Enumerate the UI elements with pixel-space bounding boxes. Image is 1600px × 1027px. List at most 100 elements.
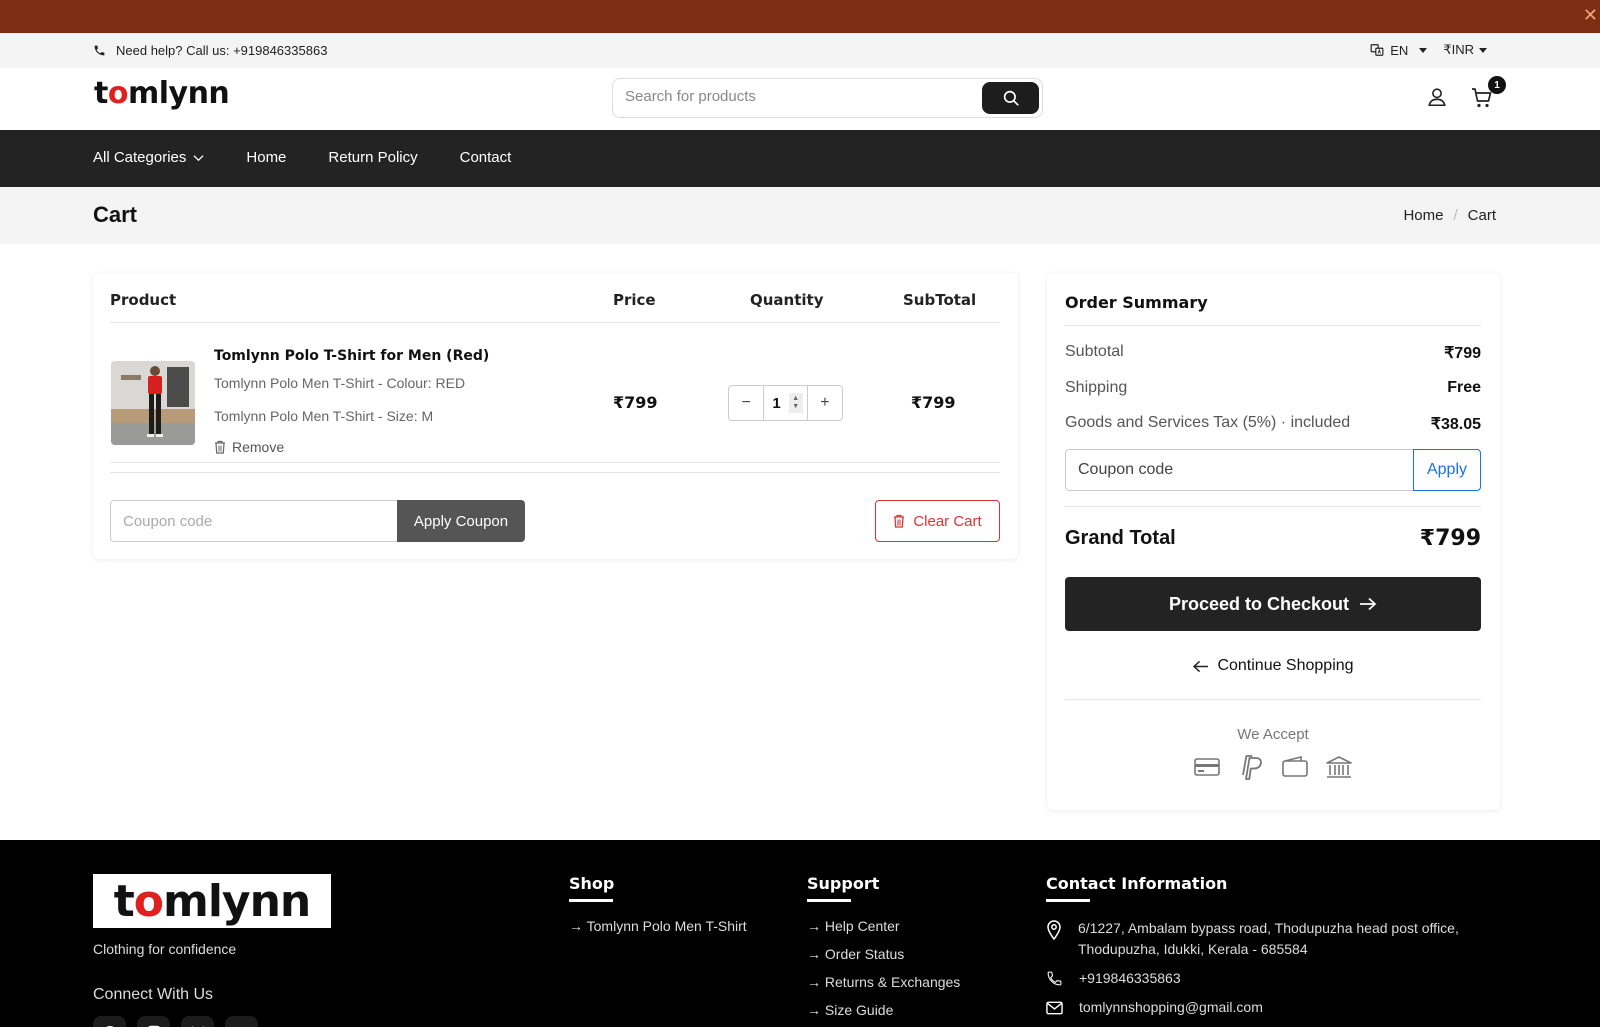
increase-quantity-button[interactable]: +	[808, 386, 842, 420]
decrease-quantity-button[interactable]: −	[729, 386, 763, 420]
product-thumbnail[interactable]	[111, 361, 195, 445]
item-subtotal: ₹799	[911, 393, 956, 412]
help-line: Need help? Call us: +919846335863	[93, 43, 327, 58]
grand-total: Grand Total ₹799	[1065, 526, 1481, 551]
bank-icon	[1326, 756, 1352, 778]
instagram-icon[interactable]	[137, 1016, 170, 1027]
footer-shop: Shop → Tomlynn Polo Men T-Shirt	[569, 874, 747, 946]
column-header-price: Price	[613, 291, 656, 309]
footer-contact: Contact Information 6/1227, Ambalam bypa…	[1046, 874, 1466, 1018]
continue-shopping-link[interactable]: Continue Shopping	[1065, 657, 1481, 675]
logo[interactable]: tomlynn	[94, 76, 230, 111]
chevron-down-icon	[193, 155, 204, 162]
footer-link-label: Size Guide	[824, 1002, 894, 1018]
phone-text[interactable]: +919846335863	[1079, 968, 1181, 989]
footer-link[interactable]: → Order Status	[807, 946, 960, 974]
quantity-value: 1	[772, 394, 781, 412]
header: tomlynn 1	[0, 68, 1600, 130]
translate-icon	[1370, 44, 1384, 56]
summary-row-shipping: Shipping Free	[1065, 379, 1481, 397]
breadcrumb-separator: /	[1453, 207, 1458, 224]
announcement-bar: ✕	[0, 0, 1600, 33]
column-header-subtotal: SubTotal	[903, 291, 977, 309]
contact-email: tomlynnshopping@gmail.com	[1046, 997, 1466, 1018]
close-icon[interactable]: ✕	[1583, 6, 1598, 24]
credit-card-icon	[1194, 758, 1220, 776]
logo-text-part: t	[94, 76, 108, 111]
currency-selector[interactable]: ₹INR	[1443, 42, 1487, 58]
breadcrumb-home[interactable]: Home	[1403, 207, 1443, 224]
logo-text-part: mlynn	[163, 875, 311, 927]
quantity-input[interactable]: 1 ▲ ▼	[763, 386, 808, 420]
payment-methods	[1065, 755, 1481, 781]
column-header-product: Product	[110, 291, 177, 309]
continue-label: Continue Shopping	[1217, 657, 1354, 674]
search-bar	[612, 78, 1043, 118]
divider	[110, 322, 1000, 323]
user-icon	[1428, 88, 1446, 107]
heading-underline	[807, 899, 851, 902]
nav-label: Return Policy	[328, 149, 418, 166]
footer-link[interactable]: → Size Guide	[807, 1002, 960, 1027]
coupon-input[interactable]	[110, 500, 398, 542]
page-title: Cart	[93, 202, 138, 227]
footer-link[interactable]: → Tomlynn Polo Men T-Shirt	[569, 918, 747, 946]
grand-total-value: ₹799	[1419, 526, 1481, 551]
order-summary-title: Order Summary	[1065, 293, 1208, 312]
logo-text-part: t	[113, 875, 135, 927]
logo-text-accent: o	[107, 76, 129, 111]
phone-icon	[1047, 971, 1062, 986]
paypal-icon	[1242, 755, 1262, 780]
summary-value: ₹799	[1444, 345, 1481, 362]
column-header-quantity: Quantity	[750, 291, 824, 309]
footer-link-label: Tomlynn Polo Men T-Shirt	[586, 918, 747, 934]
clear-cart-button[interactable]: Clear Cart	[875, 500, 1000, 542]
footer-support: Support → Help Center → Order Status → R…	[807, 874, 960, 1027]
heading-underline	[1046, 899, 1090, 902]
chevron-down-icon	[1419, 47, 1428, 53]
x-twitter-icon[interactable]	[181, 1016, 214, 1027]
logo-text-accent: o	[133, 875, 164, 927]
footer-shop-title: Shop	[569, 874, 615, 893]
summary-row-tax: Goods and Services Tax (5%) · included ₹…	[1065, 414, 1481, 434]
account-button[interactable]	[1426, 86, 1448, 115]
search-button[interactable]	[982, 82, 1039, 114]
mail-icon	[1046, 1001, 1063, 1015]
footer-link[interactable]: → Help Center	[807, 918, 960, 946]
location-pin-icon	[1047, 920, 1061, 940]
proceed-to-checkout-button[interactable]: Proceed to Checkout	[1065, 577, 1481, 631]
spinner-arrows-icon[interactable]: ▲ ▼	[788, 393, 803, 413]
summary-coupon-input[interactable]	[1065, 449, 1414, 491]
summary-label: Shipping	[1065, 379, 1128, 396]
language-selector[interactable]: EN	[1370, 43, 1428, 58]
email-text[interactable]: tomlynnshopping@gmail.com	[1079, 997, 1263, 1018]
connect-heading: Connect With Us	[93, 986, 214, 1003]
divider	[1065, 506, 1481, 507]
search-input[interactable]	[625, 88, 965, 105]
checkout-label: Proceed to Checkout	[1168, 593, 1350, 614]
facebook-icon[interactable]	[93, 1016, 126, 1027]
cart-button[interactable]: 1	[1470, 76, 1506, 115]
chevron-down-icon	[1479, 48, 1487, 54]
trash-icon	[894, 514, 905, 528]
breadcrumb: Home / Cart	[1403, 207, 1496, 224]
nav-label: Home	[246, 149, 287, 166]
product-name[interactable]: Tomlynn Polo T-Shirt for Men (Red)	[214, 348, 489, 364]
footer-tagline: Clothing for confidence	[93, 941, 237, 957]
nav-item-contact[interactable]: Contact	[460, 149, 512, 166]
arrow-left-icon	[1193, 660, 1209, 672]
footer-logo[interactable]: t o mlynn	[93, 874, 331, 928]
cart-count-badge: 1	[1488, 76, 1506, 94]
youtube-icon[interactable]	[225, 1016, 258, 1027]
nav-item-home[interactable]: Home	[246, 149, 286, 166]
nav-item-all-categories[interactable]: All Categories	[93, 149, 204, 166]
nav-item-return-policy[interactable]: Return Policy	[328, 149, 417, 166]
remove-item-button[interactable]: Remove	[214, 439, 284, 455]
currency-label: ₹INR	[1443, 42, 1474, 57]
footer-link[interactable]: → Returns & Exchanges	[807, 974, 960, 1002]
top-bar: Need help? Call us: +919846335863 EN ₹IN…	[0, 33, 1600, 68]
footer-contact-title: Contact Information	[1046, 874, 1228, 893]
summary-apply-button[interactable]: Apply	[1413, 449, 1481, 491]
arrow-right-icon	[1360, 597, 1377, 611]
apply-coupon-button[interactable]: Apply Coupon	[397, 500, 525, 542]
